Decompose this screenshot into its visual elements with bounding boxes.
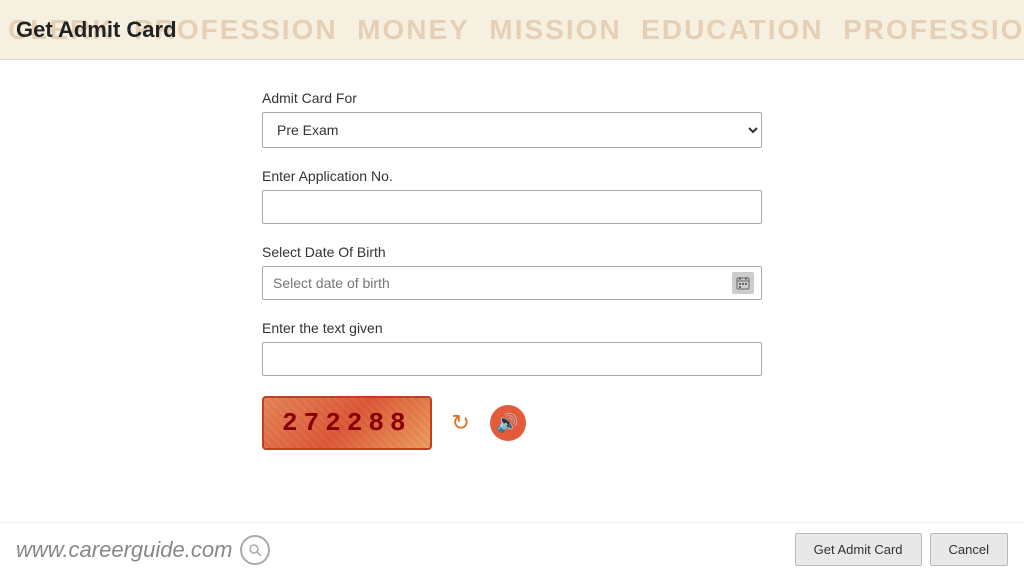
application-no-input[interactable] bbox=[262, 190, 762, 224]
search-icon[interactable] bbox=[240, 535, 270, 565]
get-admit-card-button[interactable]: Get Admit Card bbox=[795, 533, 922, 566]
site-link: www.careerguide.com bbox=[16, 535, 270, 565]
captcha-image: 272288 bbox=[262, 396, 432, 450]
cancel-button[interactable]: Cancel bbox=[930, 533, 1008, 566]
site-url: www.careerguide.com bbox=[16, 537, 232, 563]
refresh-captcha-button[interactable]: ↻ bbox=[444, 406, 478, 440]
dob-input[interactable] bbox=[262, 266, 762, 300]
form-container: Admit Card For Pre Exam Main Exam Enter … bbox=[262, 90, 762, 470]
captcha-text-group: Enter the text given bbox=[262, 320, 762, 376]
action-buttons: Get Admit Card Cancel bbox=[795, 533, 1008, 566]
page-header: CLERK PROFESSION MONEY MISSION EDUCATION… bbox=[0, 0, 1024, 60]
admit-card-for-select[interactable]: Pre Exam Main Exam bbox=[262, 112, 762, 148]
audio-icon: 🔊 bbox=[496, 413, 518, 434]
application-no-label: Enter Application No. bbox=[262, 168, 762, 184]
main-content: Admit Card For Pre Exam Main Exam Enter … bbox=[0, 60, 1024, 480]
dob-input-wrapper bbox=[262, 266, 762, 300]
page-title: Get Admit Card bbox=[16, 17, 177, 43]
dob-label: Select Date Of Birth bbox=[262, 244, 762, 260]
calendar-icon[interactable] bbox=[732, 272, 754, 294]
bottom-bar: www.careerguide.com Get Admit Card Cance… bbox=[0, 522, 1024, 576]
admit-card-for-label: Admit Card For bbox=[262, 90, 762, 106]
captcha-text-input[interactable] bbox=[262, 342, 762, 376]
application-no-group: Enter Application No. bbox=[262, 168, 762, 224]
captcha-row: 272288 ↻ 🔊 bbox=[262, 396, 762, 450]
audio-captcha-button[interactable]: 🔊 bbox=[490, 405, 526, 441]
refresh-icon: ↻ bbox=[451, 410, 469, 436]
captcha-text-label: Enter the text given bbox=[262, 320, 762, 336]
dob-group: Select Date Of Birth bbox=[262, 244, 762, 300]
admit-card-for-group: Admit Card For Pre Exam Main Exam bbox=[262, 90, 762, 148]
